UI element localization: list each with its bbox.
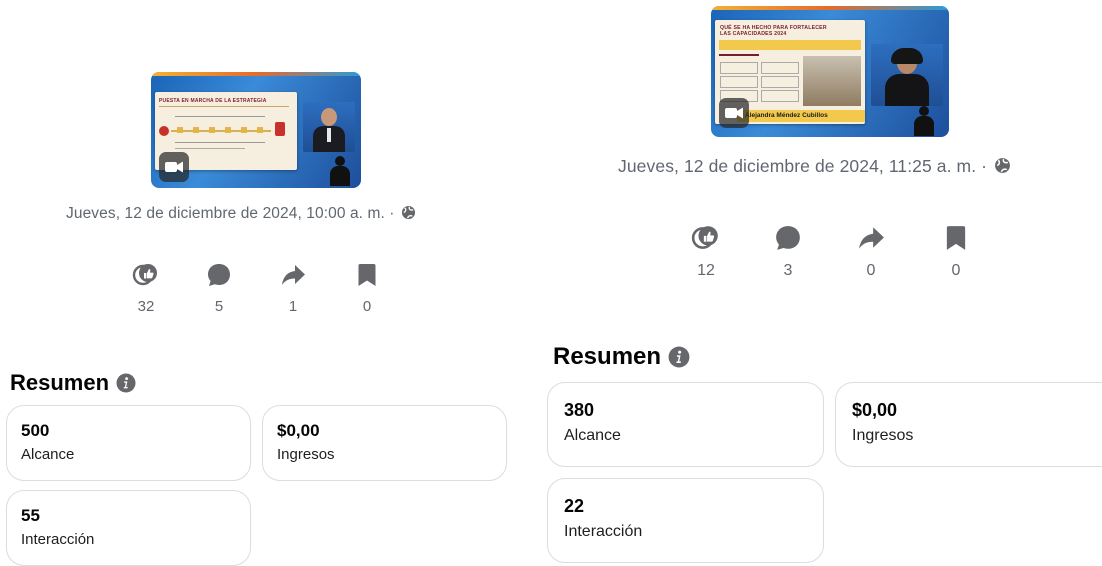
right-caption-bar: Alejandra Méndez Cubillos (737, 110, 865, 122)
comment-icon (208, 264, 230, 286)
left-reactions-count: 32 (137, 298, 155, 315)
right-interaction-card[interactable]: 22 Interacción (547, 478, 824, 563)
right-interaction-label: Interacción (564, 523, 643, 540)
bookmark-icon (946, 226, 966, 250)
right-comments-count: 3 (783, 262, 793, 279)
left-interaction-value: 55 (21, 506, 40, 525)
right-reach-label: Alcance (564, 427, 621, 444)
right-post-date: Jueves, 12 de diciembre de 2024, 11:25 a… (618, 156, 1011, 177)
info-icon[interactable] (668, 346, 690, 368)
left-comments-metric[interactable]: 5 (202, 262, 236, 315)
reactions-icon (132, 264, 157, 286)
right-interaction-value: 22 (564, 496, 585, 516)
right-revenue-value: $0,00 (852, 400, 898, 420)
right-slide-title: QUÉ SE HA HECHO PARA FORTALECER LAS CAPA… (720, 25, 827, 37)
left-summary-title: Resumen (10, 370, 110, 395)
left-interaction-card[interactable]: 55 Interacción (6, 490, 251, 566)
right-reactions-metric[interactable]: 12 (688, 224, 724, 280)
left-summary-heading: Resumen (10, 370, 136, 396)
share-icon (859, 227, 884, 249)
left-saves-metric[interactable]: 0 (350, 262, 384, 315)
globe-icon (995, 158, 1010, 173)
bookmark-icon (358, 264, 376, 286)
right-reach-value: 380 (564, 400, 595, 420)
right-presenter (871, 44, 943, 106)
left-video-badge (159, 152, 189, 182)
right-summary-title: Resumen (553, 343, 662, 370)
left-sign-interpreter (327, 156, 353, 186)
left-shares-metric[interactable]: 1 (276, 262, 310, 315)
left-post-date-text: Jueves, 12 de diciembre de 2024, 10:00 a… (66, 205, 395, 222)
left-saves-count: 0 (362, 298, 372, 315)
right-summary-heading: Resumen (553, 343, 690, 371)
left-reactions-metric[interactable]: 32 (129, 262, 163, 315)
globe-icon (401, 205, 416, 220)
left-slide-title: PUESTA EN MARCHA DE LA ESTRATEGIA (159, 98, 267, 104)
right-saves-metric[interactable]: 0 (938, 224, 974, 280)
share-icon (282, 265, 305, 285)
left-presenter (303, 102, 355, 152)
reactions-icon (691, 226, 718, 249)
left-interaction-label: Interacción (21, 531, 95, 548)
left-shares-count: 1 (288, 298, 298, 315)
right-comments-metric[interactable]: 3 (770, 224, 806, 280)
video-camera-icon (165, 161, 183, 173)
video-camera-icon (725, 107, 743, 119)
left-revenue-value: $0,00 (277, 421, 320, 440)
left-comments-count: 5 (214, 298, 224, 315)
right-shares-metric[interactable]: 0 (853, 224, 889, 280)
right-video-thumbnail[interactable]: QUÉ SE HA HECHO PARA FORTALECER LAS CAPA… (711, 6, 949, 137)
right-revenue-label: Ingresos (852, 427, 914, 444)
right-revenue-card[interactable]: $0,00 Ingresos (835, 382, 1102, 467)
left-revenue-card[interactable]: $0,00 Ingresos (262, 405, 507, 481)
right-reach-card[interactable]: 380 Alcance (547, 382, 824, 467)
left-reach-label: Alcance (21, 446, 75, 463)
left-reach-card[interactable]: 500 Alcance (6, 405, 251, 481)
right-post-date-text: Jueves, 12 de diciembre de 2024, 11:25 a… (618, 156, 988, 176)
right-saves-count: 0 (951, 262, 961, 279)
right-shares-count: 0 (866, 262, 876, 279)
left-reach-value: 500 (21, 421, 50, 440)
info-icon[interactable] (116, 373, 136, 393)
comment-icon (776, 226, 800, 250)
right-reactions-count: 12 (697, 262, 715, 279)
left-revenue-label: Ingresos (277, 446, 335, 463)
right-caption-text: Alejandra Méndez Cubillos (745, 112, 828, 119)
right-video-badge (719, 98, 749, 128)
left-video-thumbnail[interactable]: PUESTA EN MARCHA DE LA ESTRATEGIA (151, 72, 361, 188)
left-post-date: Jueves, 12 de diciembre de 2024, 10:00 a… (66, 205, 416, 223)
right-sign-interpreter (911, 106, 937, 136)
